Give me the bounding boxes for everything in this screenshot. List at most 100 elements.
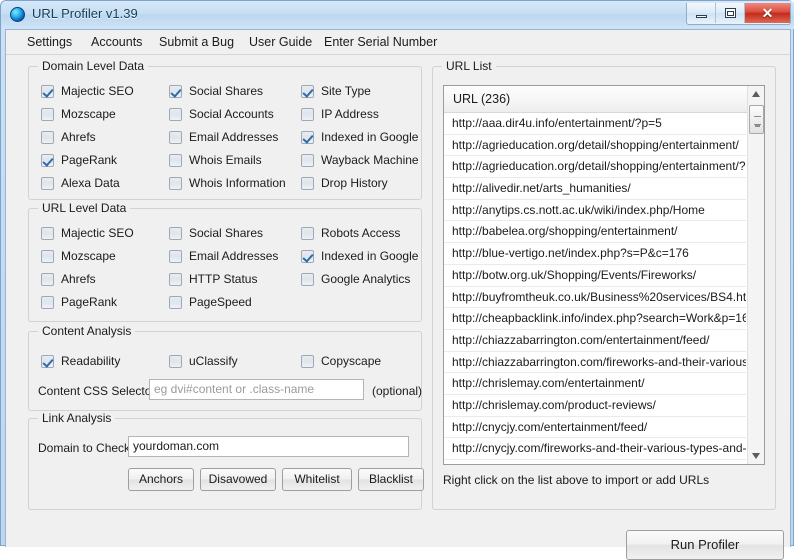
checkbox-ahrefs-domain[interactable]: Ahrefs [41,131,96,144]
url-listbox[interactable]: URL (236) http://aaa.dir4u.info/entertai… [443,85,765,465]
menu-bar: Settings Accounts Submit a Bug User Guid… [6,30,790,55]
checkbox-label: Indexed in Google [321,131,418,144]
checkbox-email-addresses-url[interactable]: Email Addresses [169,250,278,263]
checkbox-label: Robots Access [321,227,400,240]
list-item[interactable]: http://alivedir.net/arts_humanities/ [444,178,746,200]
checkbox-http-status-url[interactable]: HTTP Status [169,273,257,286]
checkbox-indexed-in-google-url[interactable]: Indexed in Google [301,250,418,263]
checkbox-box-icon [301,250,314,263]
menu-item-settings[interactable]: Settings [24,34,75,50]
checkbox-mozscape-domain[interactable]: Mozscape [41,108,116,121]
checkbox-label: Copyscape [321,355,381,368]
checkbox-whois-information-domain[interactable]: Whois Information [169,177,286,190]
list-item[interactable]: http://buyfromtheuk.co.uk/Business%20ser… [444,287,746,309]
menu-item-user-guide[interactable]: User Guide [246,34,315,50]
checkbox-box-icon [41,296,54,309]
checkbox-label: Drop History [321,177,388,190]
domain-to-check-input[interactable]: yourdoman.com [128,436,409,457]
checkbox-label: Mozscape [61,108,116,121]
checkbox-box-icon [169,355,182,368]
list-item[interactable]: http://agrieducation.org/detail/shopping… [444,135,746,157]
checkbox-whois-emails-domain[interactable]: Whois Emails [169,154,262,167]
checkbox-uclassify[interactable]: uClassify [169,355,238,368]
scrollbar-thumb[interactable] [749,105,764,134]
scroll-down-icon[interactable] [748,447,765,464]
url-list-rows: http://aaa.dir4u.info/entertainment/?p=5… [444,113,746,464]
minimize-button[interactable] [687,3,716,23]
group-url-level-data: URL Level Data Majectic SEO Mozscape Ahr… [28,208,422,322]
whitelist-button[interactable]: Whitelist [282,468,352,491]
checkbox-pagespeed-url[interactable]: PageSpeed [169,296,252,309]
list-item[interactable]: http://blue-vertigo.net/index.php?s=P&c=… [444,243,746,265]
checkbox-box-icon [169,154,182,167]
checkbox-box-icon [301,273,314,286]
checkbox-label: Wayback Machine [321,154,419,167]
close-button[interactable]: ✕ [745,3,790,23]
checkbox-social-accounts-domain[interactable]: Social Accounts [169,108,274,121]
checkbox-box-icon [169,131,182,144]
checkbox-ahrefs-url[interactable]: Ahrefs [41,273,96,286]
window-title: URL Profiler v1.39 [32,6,138,21]
checkbox-label: Social Accounts [189,108,274,121]
checkbox-label: Majectic SEO [61,85,134,98]
list-item[interactable]: http://cheapbacklink.info/index.php?sear… [444,308,746,330]
list-item[interactable]: http://anytips.cs.nott.ac.uk/wiki/index.… [444,200,746,222]
list-item[interactable]: http://chiazzabarrington.com/fireworks-a… [444,352,746,374]
checkbox-majectic-seo-url[interactable]: Majectic SEO [41,227,134,240]
run-profiler-button[interactable]: Run Profiler [626,530,784,560]
menu-item-submit-a-bug[interactable]: Submit a Bug [156,34,237,50]
list-item[interactable]: http://agrieducation.org/detail/shopping… [444,156,746,178]
checkbox-label: Ahrefs [61,131,96,144]
checkbox-wayback-machine-domain[interactable]: Wayback Machine [301,154,419,167]
list-item[interactable]: http://chrislemay.com/product-reviews/ [444,395,746,417]
group-url-list: URL List URL (236) http://aaa.dir4u.info… [432,66,776,510]
checkbox-label: Mozscape [61,250,116,263]
anchors-button[interactable]: Anchors [128,468,194,491]
checkbox-email-addresses-domain[interactable]: Email Addresses [169,131,278,144]
checkbox-label: uClassify [189,355,238,368]
checkbox-indexed-in-google-domain[interactable]: Indexed in Google [301,131,418,144]
checkbox-drop-history-domain[interactable]: Drop History [301,177,388,190]
checkbox-box-icon [41,85,54,98]
title-bar[interactable]: URL Profiler v1.39 ✕ [1,1,794,29]
checkbox-readability[interactable]: Readability [41,355,120,368]
list-item[interactable]: http://botw.org.uk/Shopping/Events/Firew… [444,265,746,287]
checkbox-mozscape-url[interactable]: Mozscape [41,250,116,263]
menu-item-accounts[interactable]: Accounts [88,34,145,50]
list-item[interactable]: http://aaa.dir4u.info/entertainment/?p=5 [444,113,746,135]
checkbox-box-icon [169,250,182,263]
maximize-button[interactable] [716,3,745,23]
checkbox-ip-address-domain[interactable]: IP Address [301,108,379,121]
content-css-selector-input[interactable]: eg dvi#content or .class-name [149,379,364,400]
checkbox-site-type-domain[interactable]: Site Type [301,85,371,98]
checkbox-copyscape[interactable]: Copyscape [301,355,381,368]
checkbox-majectic-seo-domain[interactable]: Majectic SEO [41,85,134,98]
checkbox-pagerank-url[interactable]: PageRank [41,296,117,309]
checkbox-label: Majectic SEO [61,227,134,240]
group-title-link-analysis: Link Analysis [38,411,115,425]
checkbox-social-shares-url[interactable]: Social Shares [169,227,263,240]
list-item[interactable]: http://cnycjy.com/entertainment/feed/ [444,417,746,439]
checkbox-alexa-data-domain[interactable]: Alexa Data [41,177,120,190]
checkbox-box-icon [41,355,54,368]
blacklist-button[interactable]: Blacklist [358,468,424,491]
checkbox-pagerank-domain[interactable]: PageRank [41,154,117,167]
group-title-url-level-data: URL Level Data [38,201,130,215]
list-item[interactable]: http://cnycjy.com/fireworks-and-their-va… [444,438,746,460]
optional-label: (optional) [372,384,422,398]
checkbox-google-analytics-url[interactable]: Google Analytics [301,273,410,286]
checkbox-label: Readability [61,355,120,368]
list-item[interactable]: http://chiazzabarrington.com/entertainme… [444,330,746,352]
list-item[interactable]: http://chrislemay.com/entertainment/ [444,373,746,395]
checkbox-social-shares-domain[interactable]: Social Shares [169,85,263,98]
menu-item-enter-serial-number[interactable]: Enter Serial Number [321,34,440,50]
checkbox-robots-access-url[interactable]: Robots Access [301,227,400,240]
list-item[interactable]: http://babelea.org/shopping/entertainmen… [444,221,746,243]
scroll-up-icon[interactable] [748,86,765,103]
disavowed-button[interactable]: Disavowed [200,468,276,491]
checkbox-label: IP Address [321,108,379,121]
url-list-scrollbar[interactable] [747,86,764,464]
app-window: URL Profiler v1.39 ✕ Settings Accounts S… [0,0,794,546]
checkbox-box-icon [301,131,314,144]
checkbox-box-icon [301,177,314,190]
